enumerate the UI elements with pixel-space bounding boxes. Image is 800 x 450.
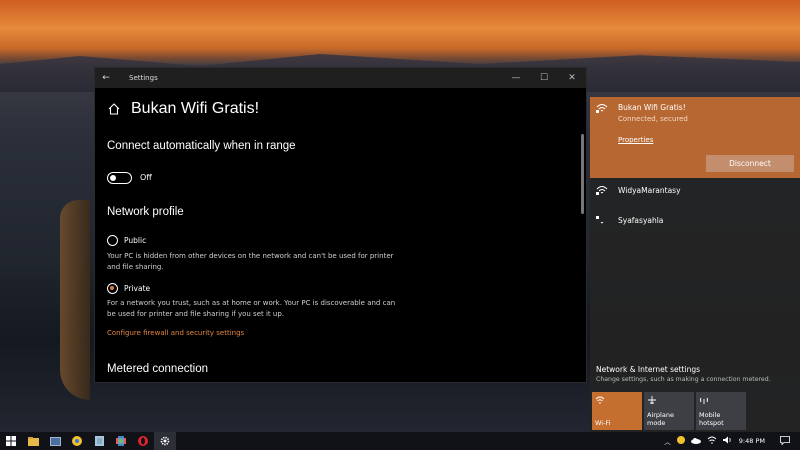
wifi-tray-icon[interactable] (707, 436, 717, 446)
taskbar: ︿ 9:48 PM (0, 432, 800, 450)
settings-icon (160, 436, 170, 446)
private-radio[interactable] (107, 283, 118, 294)
notepad-button[interactable] (88, 432, 110, 450)
window-title: Settings (129, 74, 158, 82)
notification-icon[interactable] (780, 435, 790, 447)
wifi-secured-icon (596, 104, 608, 113)
emoji-icon[interactable] (676, 436, 685, 446)
title-bar: ← Settings — ☐ ✕ (95, 68, 586, 88)
private-description: For a network you trust, such as at home… (107, 299, 396, 318)
page-header: Bukan Wifi Gratis! (107, 100, 259, 118)
file-explorer-button[interactable] (22, 432, 44, 450)
chevron-up-icon[interactable]: ︿ (664, 436, 671, 446)
network-name: Syafasyahla (618, 216, 664, 225)
network-item-widyamarantasy[interactable]: WidyaMarantasy (590, 181, 800, 203)
wifi-tile[interactable]: Wi-Fi (592, 392, 642, 430)
opera-icon (138, 436, 148, 446)
start-icon (6, 436, 16, 446)
connect-auto-heading: Connect automatically when in range (107, 140, 296, 152)
paint-button[interactable] (110, 432, 132, 450)
wifi-secured-icon (596, 186, 608, 195)
mobile-hotspot-tile[interactable]: Mobile hotspot (696, 392, 746, 430)
notepad-icon (94, 436, 104, 446)
private-label: Private (124, 284, 151, 293)
network-settings-subtitle: Change settings, such as making a connec… (596, 376, 771, 383)
network-settings-link[interactable]: Network & Internet settings (596, 365, 700, 374)
chrome-icon (72, 436, 82, 446)
clock-time[interactable]: 9:48 PM (739, 437, 765, 445)
page-title: Bukan Wifi Gratis! (131, 100, 260, 117)
disconnect-button[interactable]: Disconnect (706, 155, 794, 172)
public-description: Your PC is hidden from other devices on … (107, 252, 394, 271)
paint-icon (116, 436, 126, 446)
wifi-weak-secured-icon (596, 216, 604, 224)
opera-button[interactable] (132, 432, 154, 450)
active-network-card[interactable]: Bukan Wifi Gratis! Connected, secured Pr… (590, 97, 800, 178)
connect-auto-toggle[interactable] (107, 172, 132, 184)
metered-connection-heading: Metered connection (107, 363, 209, 375)
airplane-icon (648, 396, 656, 404)
active-network-name: Bukan Wifi Gratis! (618, 103, 686, 112)
settings-content: Bukan Wifi Gratis! Connect automatically… (95, 88, 583, 382)
cloud-icon[interactable] (690, 437, 701, 446)
home-icon[interactable] (107, 102, 121, 116)
public-radio[interactable] (107, 235, 118, 246)
minimize-button[interactable]: — (502, 73, 530, 83)
settings-button[interactable] (154, 432, 176, 450)
active-network-status: Connected, secured (618, 115, 688, 123)
back-arrow-icon[interactable]: ← (95, 73, 117, 83)
volume-icon[interactable] (722, 436, 733, 446)
tile-label: Wi-Fi (595, 419, 611, 427)
system-tray: ︿ 9:48 PM (661, 432, 800, 450)
start-button[interactable] (0, 432, 22, 450)
network-item-syafasyahla[interactable]: Syafasyahla (590, 211, 800, 233)
close-button[interactable]: ✕ (558, 73, 586, 83)
firewall-link[interactable]: Configure firewall and security settings (107, 329, 244, 337)
airplane-mode-tile[interactable]: Airplane mode (644, 392, 694, 430)
network-flyout: Bukan Wifi Gratis! Connected, secured Pr… (590, 97, 800, 432)
photos-icon (49, 436, 61, 446)
settings-window: ← Settings — ☐ ✕ Bukan Wifi Gratis! Conn… (94, 67, 587, 383)
network-name: WidyaMarantasy (618, 186, 681, 195)
wifi-icon (595, 396, 605, 404)
scrollbar[interactable] (581, 134, 584, 214)
photos-button[interactable] (44, 432, 66, 450)
maximize-button[interactable]: ☐ (530, 73, 558, 83)
hotspot-icon (700, 397, 708, 404)
network-profile-heading: Network profile (107, 206, 184, 218)
properties-link[interactable]: Properties (618, 136, 653, 144)
tile-label: Airplane mode (647, 411, 674, 427)
toggle-state-label: Off (140, 173, 152, 182)
tile-label: Mobile hotspot (699, 411, 724, 427)
public-label: Public (124, 236, 147, 245)
wallpaper-car (60, 200, 90, 400)
chrome-button[interactable] (66, 432, 88, 450)
file-explorer-icon (27, 436, 39, 446)
